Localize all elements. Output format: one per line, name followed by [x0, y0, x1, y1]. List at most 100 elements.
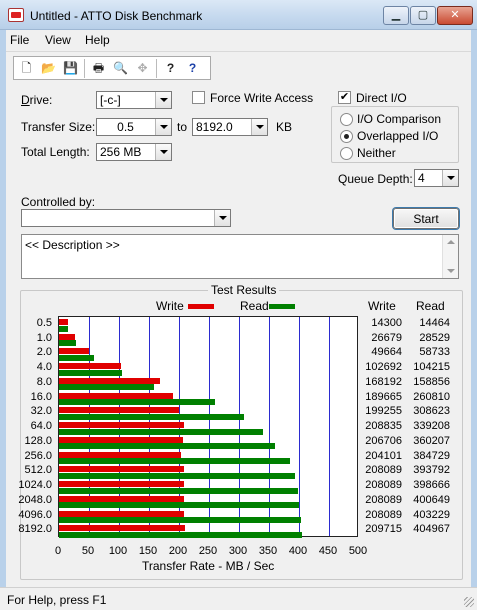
radio-io-comparison[interactable]: [340, 113, 353, 126]
bar-read-1024.0: [59, 487, 299, 494]
x-tick-500: 500: [348, 545, 368, 557]
value-read-2.0: 58733: [419, 346, 450, 359]
bar-write-8192.0: [59, 525, 185, 532]
open-folder-icon[interactable]: 📂: [38, 59, 59, 78]
category-label-512.0: 512.0: [24, 464, 52, 477]
queue-depth-label: Queue Depth:: [338, 172, 413, 186]
col-header-read: Read: [416, 299, 445, 313]
value-write-32.0: 199255: [365, 405, 402, 418]
radio-neither[interactable]: [340, 147, 353, 160]
x-axis-label: Transfer Rate - MB / Sec: [142, 559, 275, 573]
value-read-16.0: 260810: [413, 390, 450, 403]
category-label-8192.0: 8192.0: [18, 523, 52, 536]
scroll-up-icon[interactable]: [447, 240, 455, 244]
bar-write-16.0: [59, 392, 173, 399]
value-read-1.0: 28529: [419, 331, 450, 344]
drive-select[interactable]: [-c-]: [96, 91, 172, 109]
scroll-down-icon[interactable]: [447, 269, 455, 273]
close-button[interactable]: ✕: [437, 6, 473, 25]
x-tick-200: 200: [168, 545, 188, 557]
direct-io-label: Direct I/O: [356, 91, 407, 105]
bar-read-128.0: [59, 443, 276, 450]
drive-value: [-c-]: [100, 93, 121, 107]
value-write-1.0: 26679: [371, 331, 402, 344]
x-tick-350: 350: [258, 545, 278, 557]
menu-view[interactable]: View: [45, 33, 71, 47]
chevron-down-icon[interactable]: [155, 119, 171, 135]
chevron-down-icon[interactable]: [155, 92, 171, 108]
transfer-to-select[interactable]: 8192.0: [192, 118, 268, 136]
title-bar[interactable]: Untitled - ATTO Disk Benchmark ▁ ▢ ✕: [0, 0, 477, 30]
move-icon[interactable]: ✥: [132, 59, 153, 78]
chevron-down-icon[interactable]: [214, 210, 230, 226]
bar-write-4.0: [59, 363, 121, 370]
value-write-16.0: 189665: [365, 390, 402, 403]
menu-file[interactable]: File: [10, 33, 29, 47]
resize-grip-icon[interactable]: [464, 597, 474, 607]
x-tick-300: 300: [228, 545, 248, 557]
bar-write-2.0: [59, 348, 89, 355]
category-label-2048.0: 2048.0: [18, 493, 52, 506]
x-tick-150: 150: [138, 545, 158, 557]
minimize-button[interactable]: ▁: [383, 6, 409, 25]
legend-write-label: Write: [156, 299, 184, 313]
bar-write-32.0: [59, 407, 179, 414]
x-tick-450: 450: [318, 545, 338, 557]
bar-write-0.5: [59, 319, 68, 325]
queue-depth-value: 4: [418, 171, 425, 185]
total-length-select[interactable]: 256 MB: [96, 143, 172, 161]
print-preview-icon[interactable]: 🔍: [110, 59, 131, 78]
gridline: [329, 317, 330, 536]
legend-write-swatch: [188, 304, 214, 309]
description-text: << Description >>: [25, 238, 120, 252]
maximize-button[interactable]: ▢: [410, 6, 436, 25]
bar-read-32.0: [59, 413, 245, 420]
total-length-label: Total Length:: [21, 145, 90, 159]
description-scrollbar[interactable]: [442, 235, 458, 278]
print-icon[interactable]: 🖶: [88, 59, 109, 78]
new-document-icon[interactable]: 🗋: [16, 59, 37, 78]
value-read-256.0: 384729: [413, 449, 450, 462]
description-textarea[interactable]: << Description >>: [21, 234, 459, 279]
window-title: Untitled - ATTO Disk Benchmark: [30, 9, 203, 23]
transfer-from-select[interactable]: 0.5: [96, 118, 172, 136]
menu-help[interactable]: Help: [85, 33, 110, 47]
chevron-down-icon[interactable]: [442, 170, 458, 186]
category-label-4096.0: 4096.0: [18, 508, 52, 521]
radio-overlapped-io[interactable]: [340, 130, 353, 143]
controlled-by-select[interactable]: [21, 209, 231, 227]
queue-depth-select[interactable]: 4: [414, 169, 459, 187]
value-read-4096.0: 403229: [413, 508, 450, 521]
value-read-4.0: 104215: [413, 361, 450, 374]
help-icon[interactable]: ?: [160, 59, 181, 78]
value-write-128.0: 206706: [365, 434, 402, 447]
col-header-write: Write: [368, 299, 396, 313]
bar-read-8192.0: [59, 531, 302, 538]
value-read-512.0: 393792: [413, 464, 450, 477]
value-write-1024.0: 208089: [365, 479, 402, 492]
save-icon[interactable]: 💾: [60, 59, 81, 78]
bar-write-256.0: [59, 451, 182, 458]
start-button[interactable]: Start: [393, 208, 459, 229]
direct-io-checkbox[interactable]: ✔: [338, 91, 351, 104]
bar-read-4.0: [59, 369, 122, 376]
status-text: For Help, press F1: [7, 593, 107, 607]
bar-read-4096.0: [59, 517, 301, 524]
bar-read-64.0: [59, 428, 263, 435]
chevron-down-icon[interactable]: [251, 119, 267, 135]
category-label-1024.0: 1024.0: [18, 479, 52, 492]
value-read-8192.0: 404967: [413, 523, 450, 536]
toolbar-separator: [84, 59, 85, 78]
category-label-64.0: 64.0: [30, 420, 52, 433]
bar-write-8.0: [59, 377, 160, 384]
drive-label: Drive:: [21, 93, 53, 107]
status-bar: For Help, press F1: [0, 587, 477, 610]
bar-read-0.5: [59, 325, 68, 332]
context-help-icon[interactable]: ?: [182, 59, 203, 78]
transfer-from-value: 0.5: [117, 120, 134, 134]
x-tick-250: 250: [198, 545, 218, 557]
value-write-256.0: 204101: [365, 449, 402, 462]
bar-write-128.0: [59, 436, 184, 443]
force-write-checkbox[interactable]: [192, 91, 205, 104]
chevron-down-icon[interactable]: [155, 144, 171, 160]
